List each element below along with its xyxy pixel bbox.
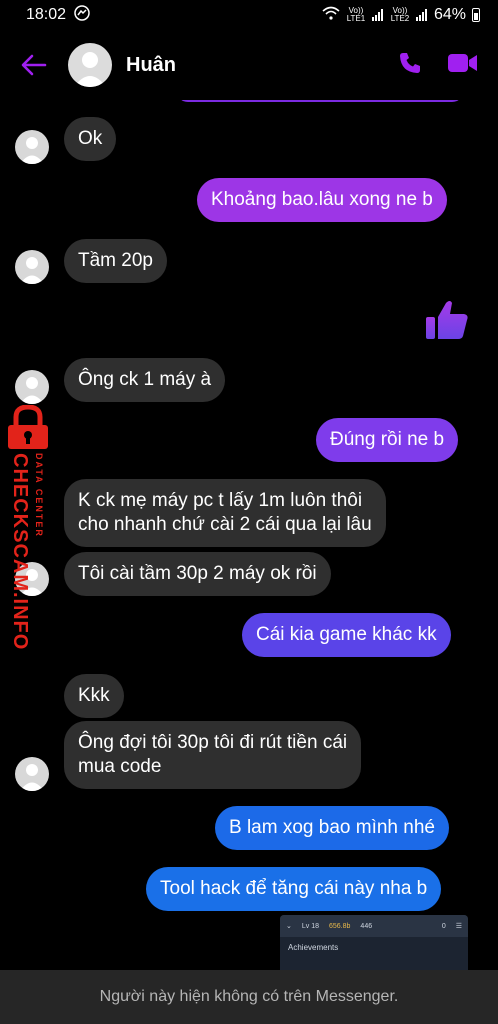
- signal2-icon: [415, 9, 428, 21]
- message-list[interactable]: Ok Khoảng bao.lâu xong ne b Tầm 20p Ông …: [0, 100, 498, 970]
- phone-call-icon[interactable]: [398, 51, 422, 80]
- game-stats-bar: ⌄ Lv 18 656.8b 446 0 ☰: [280, 915, 468, 937]
- message-bubble-incoming[interactable]: Tầm 20p: [64, 239, 167, 283]
- watermark-main-text: CHECKSCAM.INFO: [9, 453, 31, 651]
- messenger-notification-icon: [74, 4, 90, 26]
- message-line: K ck mẹ máy pc t lấy 1m luôn thôi: [78, 490, 363, 511]
- gems-value: 446: [360, 922, 373, 930]
- message-bubble-outgoing[interactable]: Tool hack để tăng cái này nha b: [146, 867, 442, 911]
- message-bubble-outgoing[interactable]: Đúng rồi ne b: [316, 418, 459, 462]
- status-bar: 18:02 Vo)) LTE1 Vo)) LTE2 64%: [0, 0, 498, 30]
- message-bubble-incoming[interactable]: Ok: [64, 117, 117, 161]
- message-bubble-incoming-multiline[interactable]: K ck mẹ máy pc t lấy 1m luôn thôi cho nh…: [64, 479, 386, 547]
- message-bubble-incoming[interactable]: Tôi cài tầm 30p 2 máy ok rồi: [64, 552, 331, 596]
- lock-logo-icon: [2, 404, 54, 454]
- sender-avatar[interactable]: [15, 757, 49, 791]
- image-attachment[interactable]: ⌄ Lv 18 656.8b 446 0 ☰ Achievements: [280, 915, 468, 970]
- menu-icon: ☰: [455, 923, 462, 930]
- message-bubble-outgoing[interactable]: B lam xog bao mình nhé: [215, 806, 449, 850]
- sender-avatar[interactable]: [15, 370, 49, 404]
- thumbs-up-icon[interactable]: [424, 297, 470, 348]
- unavailable-notice: Người này hiện không có trên Messenger.: [0, 970, 498, 1024]
- gold-value: 656.8b: [329, 922, 351, 930]
- message-line: cho nhanh chứ cài 2 cái qua lại lâu: [78, 514, 372, 535]
- message-line: mua code: [78, 756, 162, 777]
- level-label: Lv 18: [301, 922, 319, 930]
- wifi-icon: [322, 6, 340, 24]
- watermark: CHECKSCAM.INFO DATA CENTER: [2, 404, 58, 650]
- watermark-sub-text: DATA CENTER: [34, 453, 44, 538]
- sender-avatar[interactable]: [15, 130, 49, 164]
- clock: 18:02: [26, 6, 67, 23]
- sim2-label: Vo)) LTE2: [390, 6, 410, 23]
- back-arrow-icon[interactable]: [20, 51, 48, 79]
- message-bubble-incoming[interactable]: Ông ck 1 máy à: [64, 358, 226, 402]
- message-bubble-outgoing[interactable]: Khoảng bao.lâu xong ne b: [197, 178, 447, 222]
- message-bubble-incoming[interactable]: Kkk: [64, 674, 124, 718]
- sim1-label: Vo)) LTE1: [346, 6, 366, 23]
- chat-header: Huân: [0, 30, 498, 100]
- contact-avatar[interactable]: [68, 43, 112, 87]
- signal1-icon: [371, 9, 384, 21]
- chevron-down-icon: ⌄: [286, 923, 292, 930]
- battery-icon: [472, 8, 480, 22]
- previous-message-edge: [176, 100, 464, 102]
- message-bubble-incoming-multiline[interactable]: Ông đợi tôi 30p tôi đi rút tiền cái mua …: [64, 721, 362, 789]
- count-value: 0: [441, 922, 446, 930]
- message-bubble-outgoing[interactable]: Cái kia game khác kk: [242, 613, 451, 657]
- battery-percent: 64%: [433, 6, 466, 23]
- video-call-icon[interactable]: [448, 53, 478, 78]
- sender-avatar[interactable]: [15, 250, 49, 284]
- achievements-title: Achievements: [288, 943, 339, 952]
- message-line: Ông đợi tôi 30p tôi đi rút tiền cái: [78, 732, 348, 753]
- contact-name[interactable]: Huân: [126, 54, 176, 77]
